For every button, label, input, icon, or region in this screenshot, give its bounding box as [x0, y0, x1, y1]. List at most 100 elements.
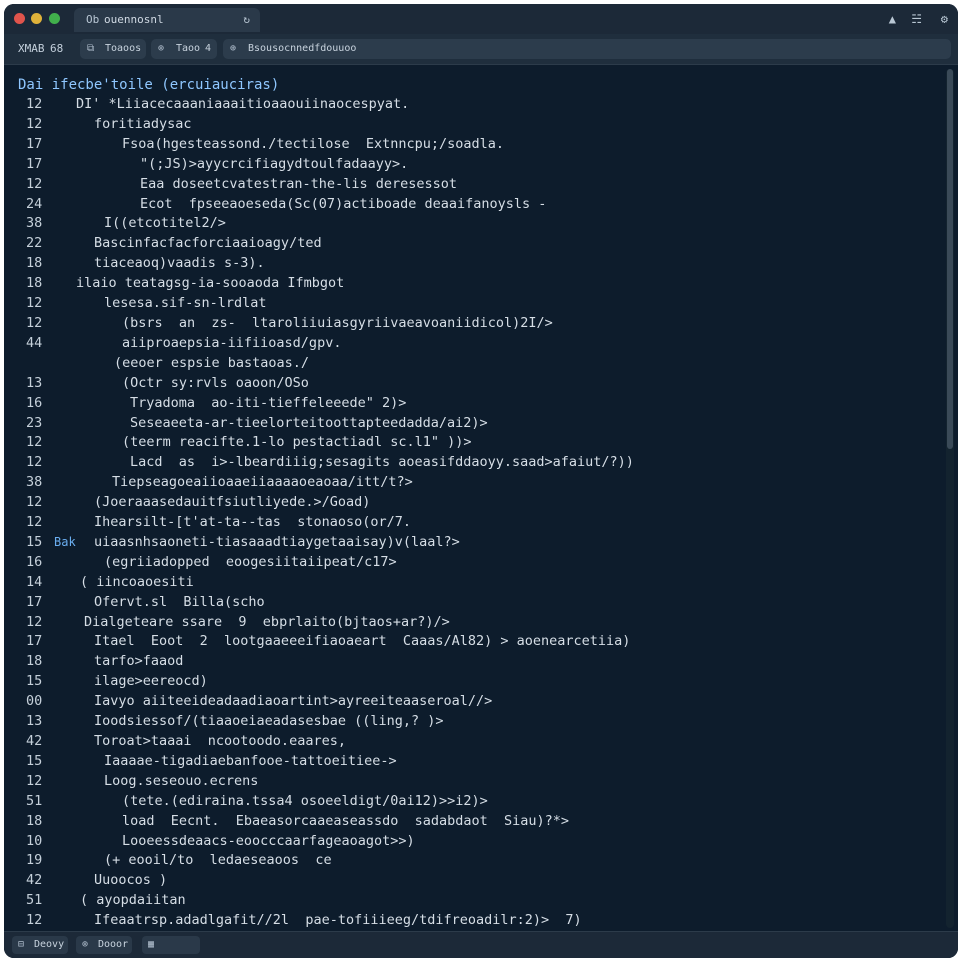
editor-window: Ob ouennosnl ↻ ▲ ☵ ⚙ XMAB 68 ⧉ Toaoos ⊚ …	[4, 4, 958, 958]
code-text: Tiepseagoeaiioaaeiiaaaaoeaoaa/itt/t?>	[112, 474, 413, 491]
code-lines: 12 DI' *Liiacecaaaniaaaitioaaouiinaocespy…	[4, 95, 940, 951]
line-number: 14	[26, 573, 43, 590]
target-icon: ⊚	[82, 939, 89, 950]
code-line: 22 Bascinfacfacforciaaioagy/ted	[4, 234, 940, 254]
grid-icon: ▦	[148, 939, 155, 950]
code-text: Ofervt.sl Billa(scho	[94, 593, 265, 610]
close-window-button[interactable]	[14, 13, 25, 24]
globe-icon: ⊕	[230, 43, 237, 54]
code-text: (egriiadopped eoogesiitaiipeat/c17>	[104, 553, 397, 570]
file-header: Dai ifecbe'toile (ercuiauciras)	[18, 77, 280, 93]
code-line: 16 Tryadoma ao-iti-tieffeleeede" 2)>	[4, 394, 940, 414]
code-editor[interactable]: Dai ifecbe'toile (ercuiauciras) 12 DI' *L…	[4, 65, 958, 948]
code-text: uiaasnhsaoneti-tiasaaadtiaygetaaisay)v(l…	[94, 533, 460, 550]
code-line: 16 (egriiadopped eoogesiitaiipeat/c17>	[4, 553, 940, 573]
code-text: Dialgeteare ssare 9 ebprlaito(bjtaos+ar?…	[84, 613, 450, 630]
code-line: 12 lesesa.sif-sn-lrdlat	[4, 294, 940, 314]
code-line: 18 load Eecnt. Ebaeasorcaaeaseassdo sadab…	[4, 812, 940, 832]
line-number: 19	[26, 852, 43, 869]
gear-icon[interactable]: ⚙	[941, 4, 948, 34]
code-line: (eeoer espsie bastaoas./	[4, 354, 940, 374]
code-line: 12 Ihearsilt-[t'at-ta--tas stonaoso(or/7.	[4, 513, 940, 533]
title-bar: Ob ouennosnl ↻ ▲ ☵ ⚙	[4, 4, 958, 34]
code-line: 13 Ioodsiessof/(tiaaoeiaeadasesbae ((ling…	[4, 712, 940, 732]
reload-icon[interactable]: ↻	[243, 8, 250, 32]
line-number: 12	[26, 912, 43, 929]
status-button-1[interactable]: ⊟ Deovy	[12, 936, 68, 954]
line-number: 17	[26, 135, 43, 152]
code-line: 15 Bak uiaasnhsaoneti-tiasaaadtiaygetaaisa…	[4, 533, 940, 553]
code-text: Ihearsilt-[t'at-ta--tas stonaoso(or/7.	[94, 514, 411, 531]
code-line: 12 (Joeraaasedauitfsiutliyede.>/Goad)	[4, 493, 940, 513]
toolbar-number: 68	[50, 42, 64, 55]
code-text: Uuoocos )	[94, 872, 168, 889]
line-number: 17	[26, 155, 43, 172]
code-text: ( iincoaoesiti	[80, 573, 194, 590]
code-line: 00 Iavyo aiiteeideadaadiaoartint>ayreeite…	[4, 692, 940, 712]
line-number: 13	[26, 374, 43, 391]
minimize-window-button[interactable]	[31, 13, 42, 24]
code-text: tarfo>faaod	[94, 653, 184, 670]
line-number: 15	[26, 533, 43, 550]
side-tag: Bak	[54, 534, 76, 549]
code-line: 12 (bsrs an zs- ltaroliiuiasgyriivaeavoan…	[4, 314, 940, 334]
line-number: 12	[26, 96, 43, 112]
code-text: (Octr sy:rvls oaoon/OSo	[122, 374, 309, 391]
scrollbar[interactable]	[946, 69, 954, 928]
line-number: 42	[26, 872, 43, 889]
code-line: 38 Tiepseagoeaiioaaeiiaaaaoeaoaa/itt/t?>	[4, 473, 940, 493]
line-number: 12	[26, 454, 43, 471]
toolbar-button-1[interactable]: ⧉ Toaoos	[80, 39, 146, 59]
scrollbar-thumb[interactable]	[947, 69, 953, 449]
line-number: 12	[26, 514, 43, 531]
tab-icon: Ob	[86, 13, 100, 26]
menu-icon[interactable]: ☵	[911, 4, 922, 34]
code-text: Lacd as i>-lbeardiiig;sesagits aoeasifdd…	[130, 454, 634, 471]
toolbar-button-2[interactable]: ⊚ Taoo 4	[151, 39, 217, 59]
upload-icon[interactable]: ▲	[889, 4, 896, 34]
code-text: Ioodsiessof/(tiaaoeiaeadasesbae ((ling,?…	[94, 713, 444, 730]
code-line: 17 "(;JS)>ayycrcifiagydtoulfadaayy>.	[4, 155, 940, 175]
code-line: 12 Lacd as i>-lbeardiiig;sesagits aoeasif…	[4, 453, 940, 473]
code-text: (bsrs an zs- ltaroliiuiasgyriivaeavoanii…	[122, 314, 553, 331]
code-line: 17 Fsoa(hgesteassond./tectilose Extnncpu;…	[4, 135, 940, 155]
line-number: 23	[26, 414, 43, 431]
code-line: 18 tarfo>faaod	[4, 652, 940, 672]
code-text: Iavyo aiiteeideadaadiaoartint>ayreeiteaa…	[94, 693, 493, 710]
line-number: 15	[26, 752, 43, 769]
line-number: 00	[26, 693, 43, 710]
code-text: (tete.(ediraina.tssa4 osoeeldigt/0ai12)>…	[122, 792, 488, 809]
line-number: 51	[26, 792, 43, 809]
line-number: 12	[26, 434, 43, 451]
code-line: 42 Uuoocos )	[4, 871, 940, 891]
window-tab[interactable]: Ob ouennosnl ↻	[74, 8, 260, 32]
status-button-3[interactable]: ▦	[142, 936, 200, 954]
code-text: Bascinfacfacforciaaioagy/ted	[94, 235, 322, 252]
code-line: 13 (Octr sy:rvls oaoon/OSo	[4, 374, 940, 394]
code-text: tiaceaoq)vaadis s-3).	[94, 255, 265, 272]
maximize-window-button[interactable]	[49, 13, 60, 24]
line-number: 18	[26, 812, 43, 829]
line-number: 16	[26, 553, 43, 570]
toolbar-button-2-label: Taoo	[176, 43, 201, 54]
line-number: 38	[26, 474, 43, 491]
toolbar-button-1-label: Toaoos	[105, 43, 142, 54]
code-text: foritiadysac	[94, 115, 192, 132]
copy-icon: ⧉	[87, 43, 95, 54]
line-number: 12	[26, 295, 43, 312]
code-text: ilage>eereocd)	[94, 673, 208, 690]
line-number: 16	[26, 394, 43, 411]
code-text: (eeoer espsie bastaoas./	[114, 354, 310, 371]
code-line: 12 foritiadysac	[4, 115, 940, 135]
code-text: Looeessdeaacs-eoocccaarfageaoagot>>)	[122, 832, 415, 849]
code-line: 51 ( ayopdaiitan	[4, 891, 940, 911]
path-field[interactable]: ⊕ Bsousocnnedfdouuoo	[223, 39, 951, 59]
status-button-2[interactable]: ⊚ Dooor	[76, 936, 132, 954]
code-text: Fsoa(hgesteassond./tectilose Extnncpu;/s…	[122, 135, 505, 152]
line-number: 44	[26, 334, 43, 351]
code-text: DI' *Liiacecaaaniaaaitioaaouiinaocespyat…	[76, 96, 410, 112]
path-field-text: Bsousocnnedfdouuoo	[248, 43, 357, 54]
line-number: 10	[26, 832, 43, 849]
code-text: Iaaaae-tigadiaebanfooe-tattoeitiee->	[104, 752, 397, 769]
line-number: 15	[26, 673, 43, 690]
